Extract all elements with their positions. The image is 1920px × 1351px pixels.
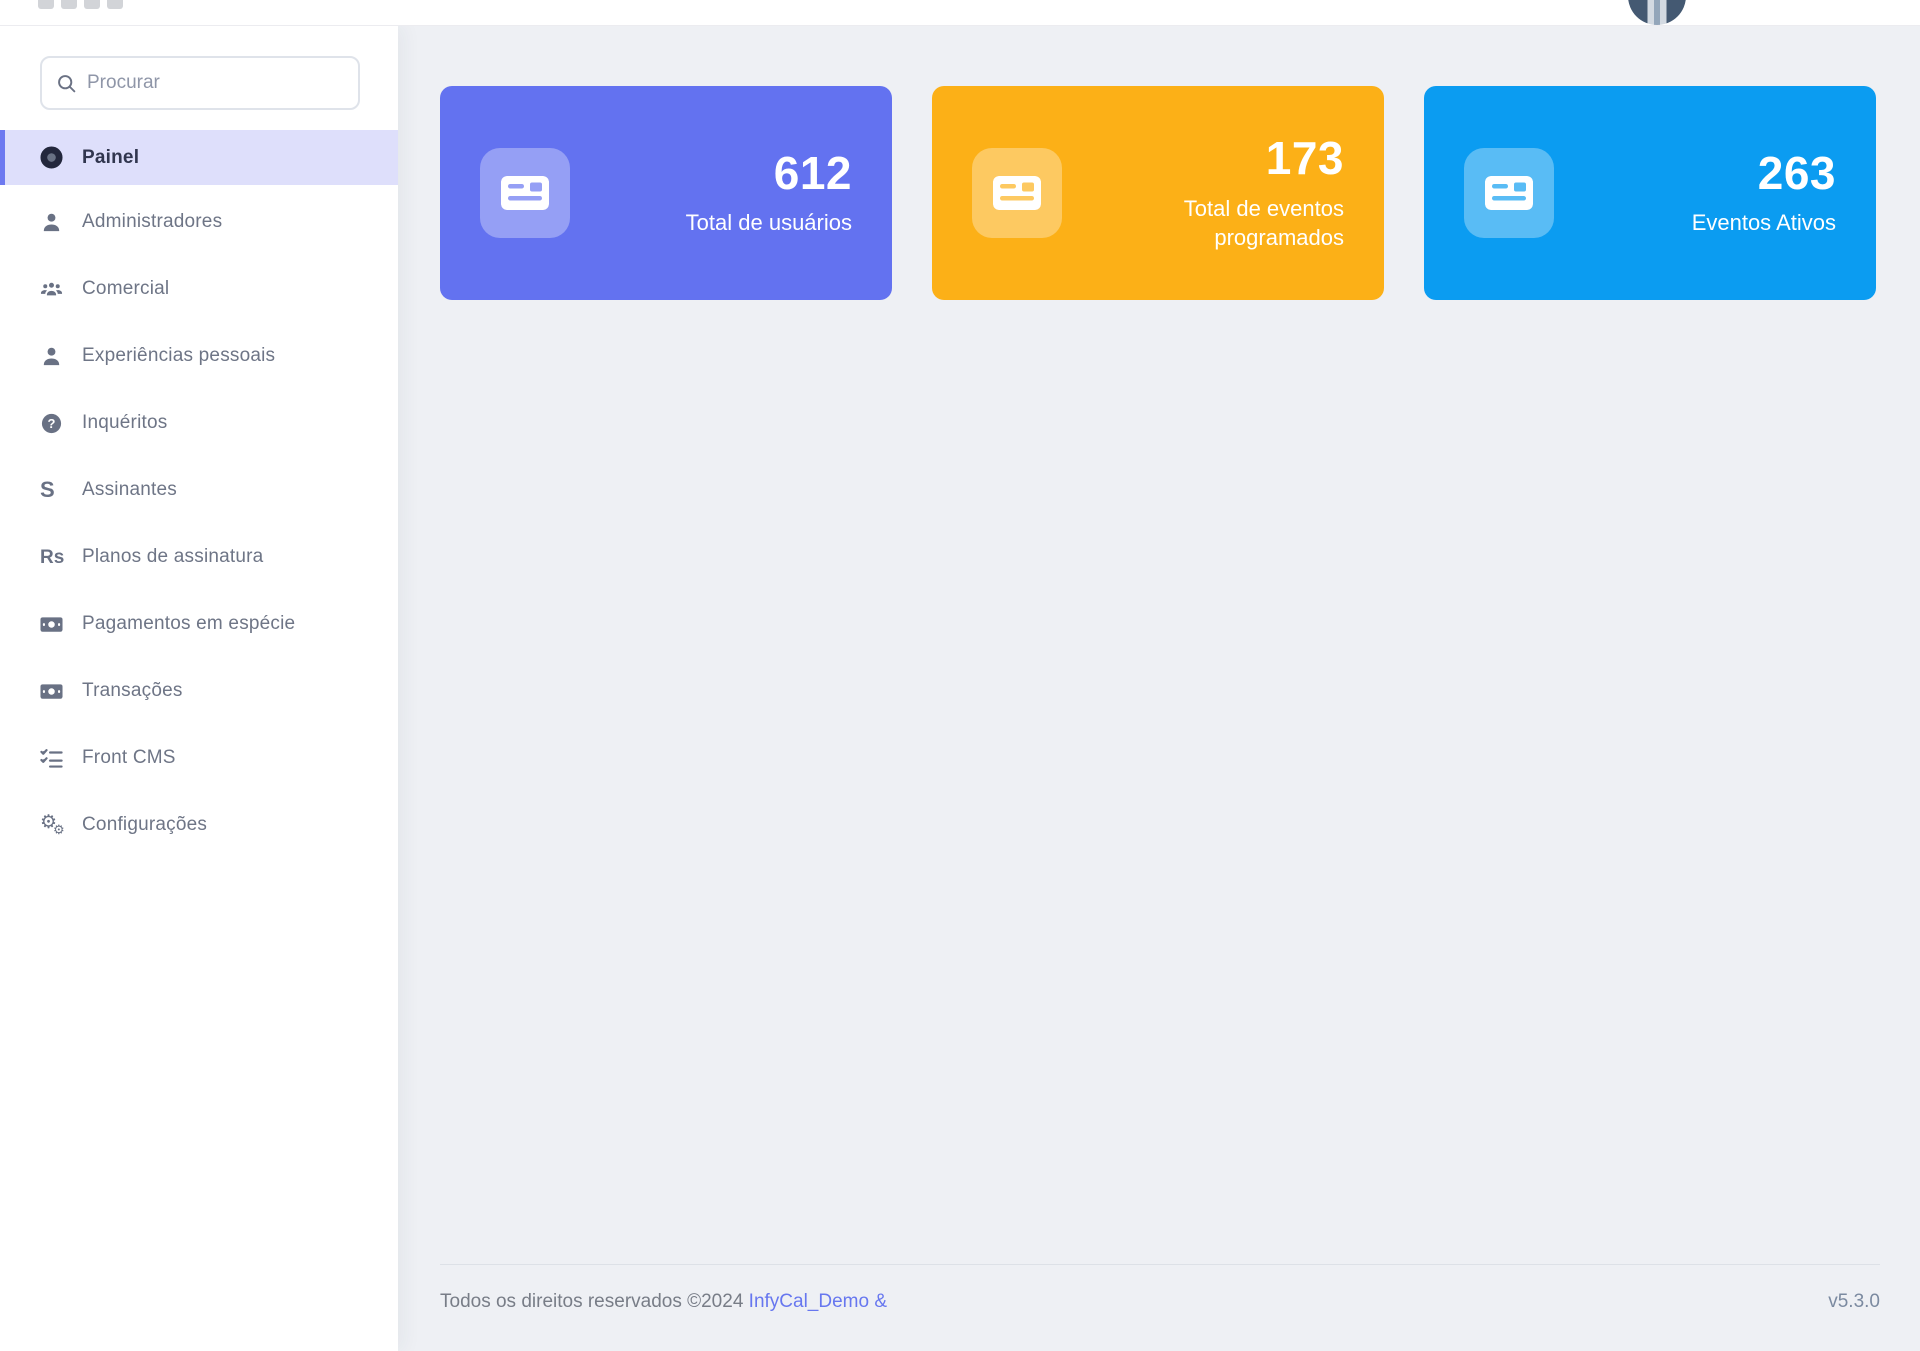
cash-icon bbox=[40, 613, 82, 636]
search-icon bbox=[58, 74, 76, 92]
sidebar-search bbox=[40, 56, 360, 110]
person-icon bbox=[40, 345, 82, 368]
user-avatar[interactable] bbox=[1628, 0, 1686, 25]
brand-link[interactable]: InfyCal_Demo & bbox=[749, 1291, 887, 1312]
card-icon-tile bbox=[480, 148, 570, 238]
logo-square bbox=[38, 0, 54, 9]
stat-value: 612 bbox=[773, 146, 852, 199]
app-root: Painel Administradores Comercial Experiê… bbox=[0, 0, 1920, 1351]
card-icon-tile bbox=[1464, 148, 1554, 238]
stats-row: 612 Total de usuários 173 Total de event… bbox=[440, 86, 1880, 300]
active-indicator-bar bbox=[0, 130, 5, 185]
sidebar-item-experiencias-pessoais[interactable]: Experiências pessoais bbox=[0, 331, 398, 381]
sidebar-item-inqueritos[interactable]: ? Inquéritos bbox=[0, 398, 398, 448]
gears-icon: ⚙ ⚙ bbox=[40, 812, 65, 837]
stat-card-eventos-programados: 173 Total de eventos programados bbox=[932, 86, 1384, 300]
stat-label: Total de usuários bbox=[685, 210, 852, 236]
people-group-icon bbox=[40, 278, 82, 301]
svg-text:?: ? bbox=[48, 415, 56, 430]
sidebar-item-transacoes[interactable]: Transações bbox=[0, 666, 398, 716]
version-text: v5.3.0 bbox=[1828, 1291, 1880, 1312]
stat-label: Eventos Ativos bbox=[1691, 210, 1836, 236]
dashboard-donut-icon bbox=[40, 146, 82, 169]
question-circle-icon: ? bbox=[40, 412, 82, 435]
search-input[interactable] bbox=[87, 72, 344, 94]
stat-card-total-usuarios: 612 Total de usuários bbox=[440, 86, 892, 300]
sidebar-item-pagamentos-em-especie[interactable]: Pagamentos em espécie bbox=[0, 599, 398, 649]
cash-icon bbox=[40, 680, 82, 703]
body-row: Painel Administradores Comercial Experiê… bbox=[0, 26, 1920, 1351]
sidebar-menu: Painel Administradores Comercial Experiê… bbox=[0, 130, 398, 850]
card-icon-tile bbox=[972, 148, 1062, 238]
sidebar-item-comercial[interactable]: Comercial bbox=[0, 264, 398, 314]
logo-placeholder bbox=[38, 0, 123, 9]
checklist-icon bbox=[40, 747, 82, 770]
rupee-icon: Rs bbox=[40, 546, 65, 568]
credit-card-icon bbox=[993, 176, 1041, 210]
sidebar-item-administradores[interactable]: Administradores bbox=[0, 197, 398, 247]
sidebar-item-assinantes[interactable]: S Assinantes bbox=[0, 465, 398, 515]
credit-card-icon bbox=[501, 176, 549, 210]
sidebar-item-planos-de-assinatura[interactable]: Rs Planos de assinatura bbox=[0, 532, 398, 582]
sidebar: Painel Administradores Comercial Experiê… bbox=[0, 26, 398, 1351]
stat-value: 263 bbox=[1757, 146, 1836, 199]
stripe-s-icon: S bbox=[40, 477, 55, 502]
top-header bbox=[0, 0, 1920, 26]
footer: Todos os direitos reservados ©2024 InfyC… bbox=[440, 1264, 1880, 1321]
credit-card-icon bbox=[1485, 176, 1533, 210]
stat-card-eventos-ativos: 263 Eventos Ativos bbox=[1424, 86, 1876, 300]
sidebar-item-painel[interactable]: Painel bbox=[0, 130, 398, 185]
stat-label: Total de eventos programados bbox=[1183, 195, 1344, 251]
logo-square bbox=[61, 0, 77, 9]
main-content: 612 Total de usuários 173 Total de event… bbox=[398, 26, 1920, 1351]
sidebar-item-configuracoes[interactable]: ⚙ ⚙ Configurações bbox=[0, 800, 398, 850]
logo-square bbox=[107, 0, 123, 9]
copyright-text: Todos os direitos reservados ©2024 bbox=[440, 1291, 744, 1312]
logo-square bbox=[84, 0, 100, 9]
sidebar-item-front-cms[interactable]: Front CMS bbox=[0, 733, 398, 783]
stat-value: 173 bbox=[1265, 132, 1344, 185]
person-icon bbox=[40, 211, 82, 234]
